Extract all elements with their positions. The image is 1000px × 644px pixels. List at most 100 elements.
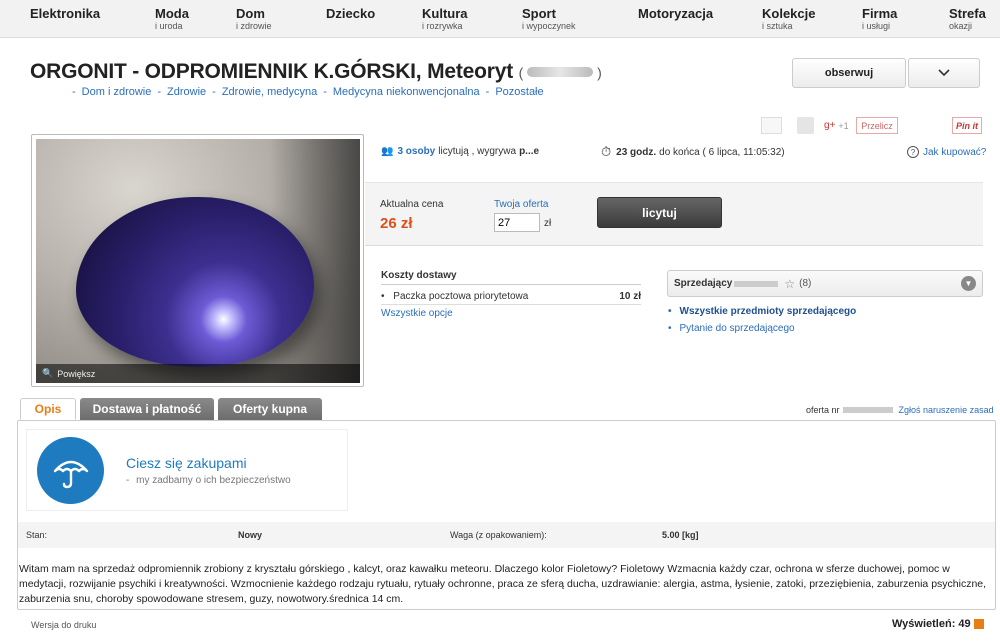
weight-value: 5.00 [kg] xyxy=(662,530,699,540)
star-icon: ☆ xyxy=(784,276,796,291)
facebook-icon[interactable] xyxy=(797,117,814,134)
nav-title: Moda xyxy=(155,6,189,21)
gplus-icon: g+ xyxy=(824,120,836,131)
plusone-label: +1 xyxy=(838,120,849,131)
condition-value: Nowy xyxy=(238,530,263,540)
przelicz-button[interactable]: Przelicz xyxy=(856,117,898,134)
nav-sport[interactable]: Sport i wypoczynek xyxy=(522,7,576,32)
safety-title: Ciesz się zakupami xyxy=(126,455,247,471)
tab-shipping-payment[interactable]: Dostawa i płatność xyxy=(80,398,214,420)
breadcrumb-separator: - xyxy=(157,86,162,98)
ask-seller-link[interactable]: Pytanie do sprzedającego xyxy=(668,323,795,334)
tab-description[interactable]: Opis xyxy=(20,398,76,420)
all-shipping-options-link[interactable]: Wszystkie opcje xyxy=(381,308,453,319)
top-navigation: Elektronika Moda i uroda Dom i zdrowie Dzi… xyxy=(0,0,1000,38)
shipping-price: 10 zł xyxy=(619,291,641,302)
condition-label: Stan: xyxy=(26,530,48,540)
breadcrumb-item[interactable]: Zdrowie xyxy=(167,86,206,98)
nav-title: Sport xyxy=(522,6,556,21)
item-id-redacted xyxy=(527,67,594,78)
seller-label: Sprzedający xyxy=(674,278,733,289)
nav-title: Elektronika xyxy=(30,6,101,21)
offer-currency: zł xyxy=(544,218,552,229)
winner-name: p...e xyxy=(519,146,540,157)
nav-dziecko[interactable]: Dziecko xyxy=(326,7,375,21)
umbrella-glyph xyxy=(53,460,88,488)
bid-button[interactable]: licytuj xyxy=(597,197,722,228)
zoom-bar[interactable]: 🔍 Powiększ xyxy=(36,364,360,383)
chevron-down-icon[interactable]: ▼ xyxy=(961,276,976,291)
shipping-header: Koszty dostawy xyxy=(381,270,641,285)
item-id-paren-close: ) xyxy=(597,64,602,81)
pinit-button[interactable]: Pin it xyxy=(952,117,982,134)
nav-title: Kultura xyxy=(422,6,468,21)
nav-kultura[interactable]: Kultura i rozrywka xyxy=(422,7,468,32)
breadcrumb-separator: - xyxy=(212,86,216,98)
seller-box[interactable]: Sprzedający ☆ (8) ▼ xyxy=(667,270,983,297)
your-offer-label[interactable]: Twoja oferta xyxy=(494,199,548,210)
bid-box: Aktualna cena 26 zł Twoja oferta zł licy… xyxy=(365,182,983,246)
breadcrumb: - Dom i zdrowie - Zdrowie - Zdrowie, med… xyxy=(72,86,550,98)
nav-title: Firma xyxy=(862,6,898,21)
breadcrumb-item[interactable]: Dom i zdrowie xyxy=(82,86,152,98)
nav-title: Kolekcje xyxy=(762,6,816,21)
current-price: 26 zł xyxy=(380,215,413,232)
item-id-paren-open: ( xyxy=(518,64,524,81)
breadcrumb-item[interactable]: Pozostałe xyxy=(495,86,543,98)
views-counter: Wyświetleń: 49 xyxy=(892,618,984,630)
nav-subtitle: i usługi xyxy=(862,21,891,31)
shipping-method: Paczka pocztowa priorytetowa xyxy=(381,291,528,302)
howto-link[interactable]: ? Jak kupować? xyxy=(907,146,986,158)
product-photo[interactable]: 🔍 Powiększ xyxy=(36,139,360,383)
breadcrumb-separator: - xyxy=(72,86,76,98)
nav-subtitle: i rozrywka xyxy=(422,21,463,31)
users-icon: 👥 xyxy=(381,146,394,157)
offer-number-label: oferta nr xyxy=(806,405,840,415)
offer-number: oferta nr Zgłoś naruszenie zasad xyxy=(806,405,994,415)
nav-subtitle: i zdrowie xyxy=(236,21,272,31)
report-link[interactable]: Zgłoś naruszenie zasad xyxy=(899,405,994,415)
bidders-link[interactable]: 3 osoby xyxy=(397,146,435,157)
breadcrumb-separator: - xyxy=(485,86,490,98)
weight-label: Waga (z opakowaniem): xyxy=(450,530,547,540)
time-left: ⏱ 23 godz. do końca ( 6 lipca, 11:05:32) xyxy=(601,144,785,160)
umbrella-icon xyxy=(37,437,104,504)
seller-rating: (8) xyxy=(799,278,812,289)
tab-buy-offers[interactable]: Oferty kupna xyxy=(218,398,322,420)
chevron-down-icon xyxy=(938,69,950,77)
nav-firma[interactable]: Firma i usługi xyxy=(862,7,897,32)
nav-dom[interactable]: Dom i zdrowie xyxy=(236,7,272,32)
nav-kolekcje[interactable]: Kolekcje i sztuka xyxy=(762,7,815,32)
gplus-button[interactable]: g+ +1 xyxy=(824,117,849,134)
nav-subtitle: i sztuka xyxy=(762,21,793,31)
item-parameters: Stan: Nowy Waga (z opakowaniem): 5.00 [k… xyxy=(18,522,995,548)
views-label: Wyświetleń: 49 xyxy=(892,618,971,630)
offer-number-redacted xyxy=(842,407,893,413)
print-version-link[interactable]: Wersja do druku xyxy=(31,620,96,630)
seller-name-redacted xyxy=(734,280,779,287)
current-price-label: Aktualna cena xyxy=(380,199,444,210)
nav-title: Motoryzacja xyxy=(638,6,714,21)
breadcrumb-item[interactable]: Zdrowie, medycyna xyxy=(222,86,317,98)
seller-all-items-link[interactable]: Wszystkie przedmioty sprzedającego xyxy=(668,306,857,317)
chart-icon xyxy=(973,619,984,629)
question-icon: ? xyxy=(907,146,919,158)
nav-strefa[interactable]: Strefa okazji xyxy=(949,7,986,32)
mail-icon[interactable] xyxy=(761,117,782,134)
shipping-row: Paczka pocztowa priorytetowa 10 zł xyxy=(381,291,641,305)
nav-moda[interactable]: Moda i uroda xyxy=(155,7,189,32)
nav-elektronika[interactable]: Elektronika xyxy=(30,7,100,21)
watch-button[interactable]: obserwuj xyxy=(792,58,906,88)
time-left-hours: 23 godz. xyxy=(616,146,657,158)
nav-title: Strefa xyxy=(949,6,986,21)
breadcrumb-item[interactable]: Medycyna niekonwencjonalna xyxy=(333,86,480,98)
nav-motoryzacja[interactable]: Motoryzacja xyxy=(638,7,713,21)
clock-icon: ⏱ xyxy=(601,144,612,159)
product-photo-frame: 🔍 Powiększ xyxy=(31,134,364,387)
magnifier-icon: 🔍 xyxy=(42,368,54,378)
nav-title: Dziecko xyxy=(326,6,376,21)
bidders-info: 👥 3 osoby licytują , wygrywa p...e xyxy=(381,146,539,157)
offer-input[interactable] xyxy=(494,213,540,232)
more-options-button[interactable] xyxy=(908,58,980,88)
time-left-text: do końca ( 6 lipca, 11:05:32) xyxy=(659,146,785,158)
